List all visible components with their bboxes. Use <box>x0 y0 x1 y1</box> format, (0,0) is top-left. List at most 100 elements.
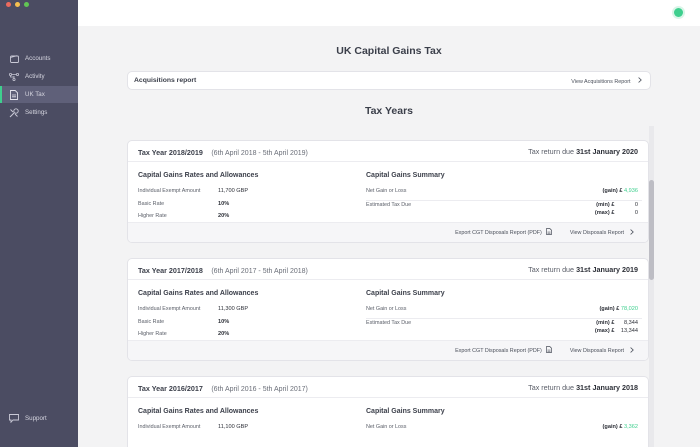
gain-prefix: (gain) £ <box>602 188 623 194</box>
tax-years-heading: Tax Years <box>364 105 414 117</box>
basic-rate-label: Basic Rate <box>138 319 165 325</box>
max-tax-value: (max) £ 13,344 <box>595 328 638 334</box>
view-disposals-label: View Disposals Report <box>569 229 624 236</box>
tax-year-range: (6th April 2018 - 5th April 2019) <box>211 150 308 157</box>
scrollbar-track[interactable] <box>649 126 654 447</box>
tax-return-due-label: Tax return due <box>528 382 575 392</box>
min-tax-value: (min) £ 8,344 <box>596 320 638 326</box>
sidebar-item-support[interactable]: Support <box>0 410 78 427</box>
tax-year-range: (6th April 2016 - 5th April 2017) <box>211 386 308 393</box>
tax-return-due-label: Tax return due <box>528 264 575 274</box>
scrollbar-thumb[interactable] <box>649 180 654 280</box>
view-acquisitions-report-link[interactable]: View Acquisitions Report <box>571 76 642 85</box>
exempt-value: 11,100 GBP <box>218 424 249 430</box>
net-gain-label: Net Gain or Loss <box>366 424 407 430</box>
settings-icon <box>9 107 19 118</box>
pdf-file-icon <box>546 346 552 355</box>
exempt-value: 11,700 GBP <box>218 188 249 194</box>
gain-amount: 4,936 <box>624 188 638 194</box>
gain-prefix: (gain) £ <box>599 306 620 312</box>
estimated-tax-label: Estimated Tax Due <box>366 320 412 326</box>
sidebar-item-label: Accounts <box>25 55 51 62</box>
max-prefix: (max) £ <box>594 328 615 334</box>
view-acquisitions-report-label: View Acquisitions Report <box>571 78 631 85</box>
rates-title: Capital Gains Rates and Allowances <box>138 408 259 415</box>
activity-icon <box>9 72 19 82</box>
export-pdf-button[interactable]: Export CGT Disposals Report (PDF) <box>455 346 552 355</box>
tax-year-footer: Export CGT Disposals Report (PDF) View D… <box>128 340 648 360</box>
document-icon <box>9 89 19 100</box>
tax-return-due: Tax return due 31st January 2018 <box>528 383 638 392</box>
net-gain-value: (gain) £ 4,936 <box>603 188 638 194</box>
basic-rate-label: Basic Rate <box>138 201 165 207</box>
max-amount: 0 <box>634 210 638 216</box>
page-title: UK Capital Gains Tax <box>336 45 442 57</box>
tax-return-due-date: 31st January 2018 <box>576 382 638 392</box>
sidebar-item-label: UK Tax <box>25 91 45 98</box>
tax-return-due-date: 31st January 2020 <box>576 146 638 156</box>
tax-year-name: Tax Year 2017/2018 <box>138 266 203 275</box>
net-gain-value: (gain) £ 78,020 <box>599 306 638 312</box>
higher-rate-value: 20% <box>218 331 230 337</box>
exempt-label: Individual Exempt Amount <box>138 424 201 430</box>
sidebar-item-activity[interactable]: Activity <box>0 68 78 85</box>
basic-rate-value: 10% <box>218 319 230 325</box>
sidebar-item-label: Settings <box>25 109 48 116</box>
close-window-button[interactable] <box>6 2 11 7</box>
estimated-tax-label: Estimated Tax Due <box>366 202 412 208</box>
gain-amount: 78,020 <box>620 306 638 312</box>
gain-prefix: (gain) £ <box>602 424 623 430</box>
exempt-label: Individual Exempt Amount <box>138 188 201 194</box>
exempt-label: Individual Exempt Amount <box>138 306 201 312</box>
basic-rate-value: 10% <box>218 201 230 207</box>
min-amount: 0 <box>634 202 638 208</box>
tax-return-due-label: Tax return due <box>528 146 575 156</box>
tax-year-card: Tax Year 2016/2017 (6th April 2016 - 5th… <box>127 376 649 447</box>
summary-title: Capital Gains Summary <box>366 408 445 415</box>
chat-icon <box>9 414 19 424</box>
summary-title: Capital Gains Summary <box>366 290 445 297</box>
tax-year-header: Tax Year 2016/2017 (6th April 2016 - 5th… <box>128 377 648 398</box>
tax-return-due-date: 31st January 2019 <box>576 264 638 274</box>
pdf-file-icon <box>546 228 552 237</box>
min-prefix: (min) £ <box>596 320 615 326</box>
sidebar-item-uk-tax[interactable]: UK Tax <box>0 86 78 103</box>
export-pdf-button[interactable]: Export CGT Disposals Report (PDF) <box>455 228 552 237</box>
rates-title: Capital Gains Rates and Allowances <box>138 290 259 297</box>
sidebar-item-accounts[interactable]: Accounts <box>0 50 78 67</box>
top-bar <box>78 0 700 26</box>
export-pdf-label: Export CGT Disposals Report (PDF) <box>455 229 542 236</box>
min-prefix: (min) £ <box>596 202 615 208</box>
higher-rate-value: 20% <box>218 213 230 219</box>
rates-title: Capital Gains Rates and Allowances <box>138 172 259 179</box>
tax-year-name: Tax Year 2016/2017 <box>138 384 203 393</box>
tax-year-header: Tax Year 2018/2019 (6th April 2018 - 5th… <box>128 141 648 162</box>
net-gain-label: Net Gain or Loss <box>366 306 407 312</box>
chevron-right-icon <box>638 76 642 85</box>
tax-year-card: Tax Year 2018/2019 (6th April 2018 - 5th… <box>127 140 649 243</box>
tax-return-due: Tax return due 31st January 2019 <box>528 265 638 274</box>
chevron-right-icon <box>630 228 634 237</box>
higher-rate-label: Higher Rate <box>138 213 167 219</box>
zoom-window-button[interactable] <box>24 2 29 7</box>
tax-year-name: Tax Year 2018/2019 <box>138 148 203 157</box>
max-tax-value: (max) £ 0 <box>595 210 638 216</box>
max-amount: 13,344 <box>620 328 638 334</box>
view-disposals-report-link[interactable]: View Disposals Report <box>569 228 634 237</box>
tax-year-card: Tax Year 2017/2018 (6th April 2017 - 5th… <box>127 258 649 361</box>
sidebar-item-settings[interactable]: Settings <box>0 104 78 121</box>
acquisitions-card: Acquisitions report View Acquisitions Re… <box>127 71 651 90</box>
gain-amount: 3,362 <box>624 424 638 430</box>
export-pdf-label: Export CGT Disposals Report (PDF) <box>455 347 542 354</box>
chevron-right-icon <box>630 346 634 355</box>
minimize-window-button[interactable] <box>15 2 20 7</box>
exempt-value: 11,300 GBP <box>218 306 249 312</box>
tax-year-footer: Export CGT Disposals Report (PDF) View D… <box>128 222 648 242</box>
summary-title: Capital Gains Summary <box>366 172 445 179</box>
view-disposals-report-link[interactable]: View Disposals Report <box>570 346 634 355</box>
acquisitions-title: Acquisitions report <box>134 77 197 84</box>
net-gain-label: Net Gain or Loss <box>366 188 407 194</box>
status-indicator <box>674 8 683 17</box>
tax-year-header: Tax Year 2017/2018 (6th April 2017 - 5th… <box>128 259 648 280</box>
higher-rate-label: Higher Rate <box>138 331 167 337</box>
